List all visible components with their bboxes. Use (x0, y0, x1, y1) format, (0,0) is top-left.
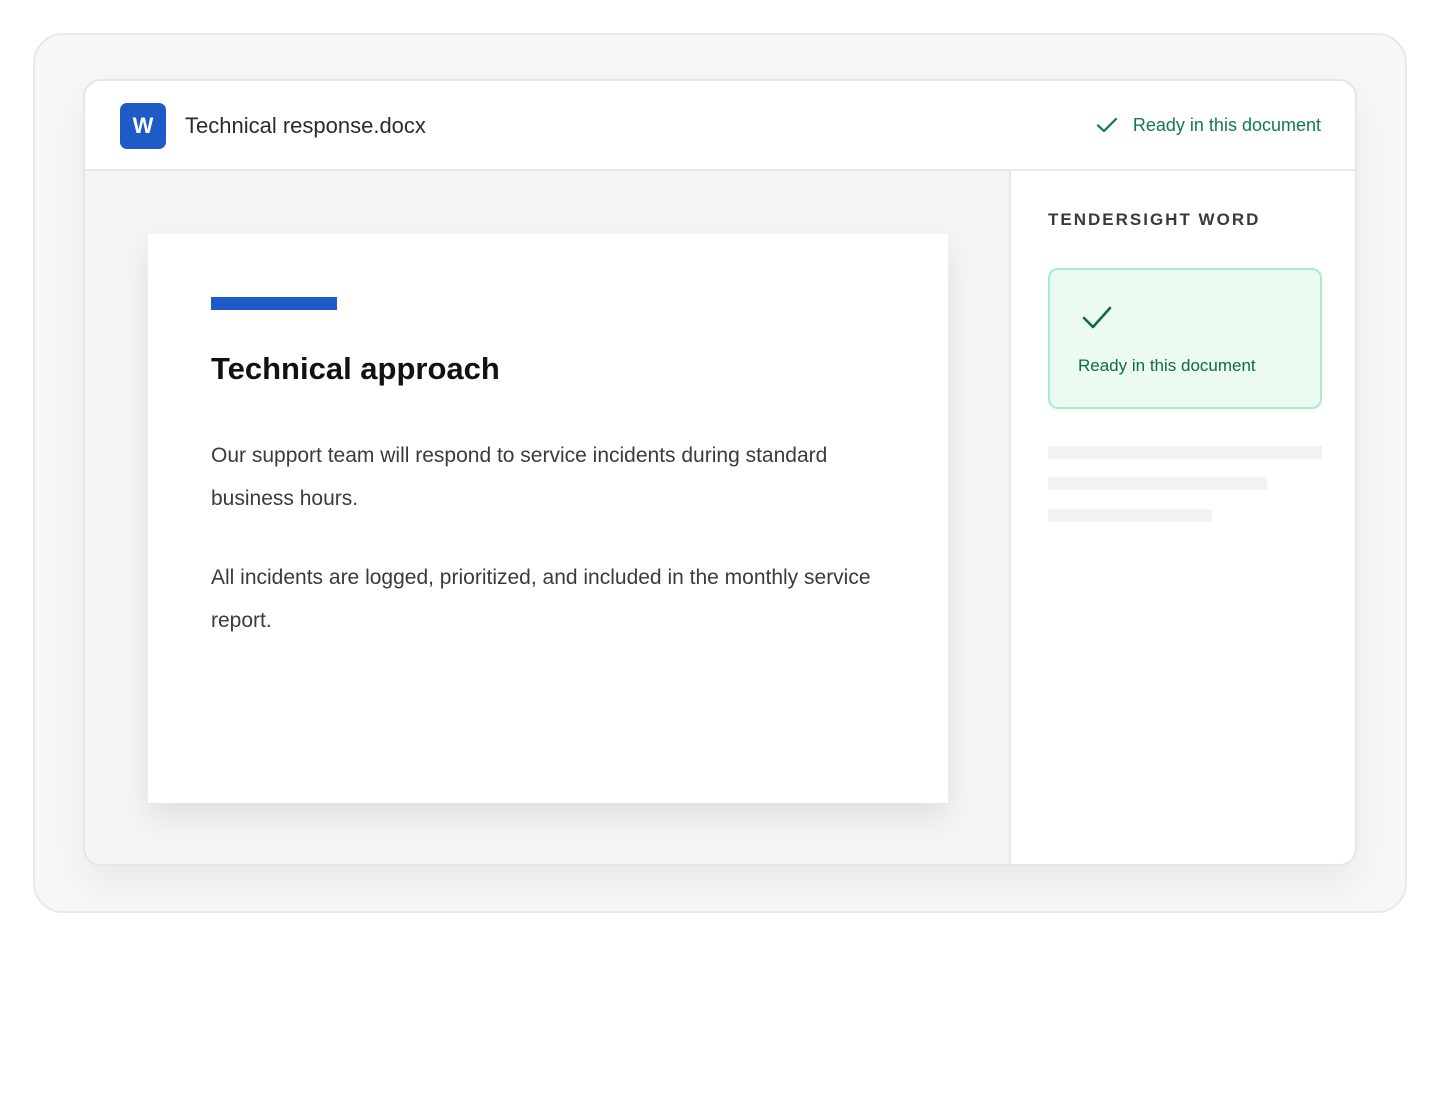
loading-placeholder-line (1048, 509, 1212, 522)
ready-status-card: Ready in this document (1048, 268, 1322, 409)
document-page[interactable]: Technical approach Our support team will… (148, 234, 948, 803)
loading-placeholder-line (1048, 477, 1267, 490)
panel-title: TENDERSIGHT WORD (1048, 210, 1261, 229)
word-logo-icon: W (120, 103, 166, 149)
titlebar: W Technical response.docx Ready in this … (85, 81, 1355, 171)
check-icon (1082, 306, 1112, 329)
app-window: W Technical response.docx Ready in this … (83, 79, 1357, 866)
document-paragraph[interactable]: Our support team will respond to service… (211, 434, 901, 520)
ready-status-label: Ready in this document (1078, 356, 1256, 375)
check-icon (1096, 117, 1117, 133)
document-file-name: Technical response.docx (185, 113, 426, 138)
document-heading[interactable]: Technical approach (211, 349, 500, 389)
accent-bar (211, 297, 337, 310)
status-label: Ready in this document (1132, 115, 1321, 135)
document-paragraph[interactable]: All incidents are logged, prioritized, a… (211, 556, 901, 642)
loading-placeholder-line (1048, 446, 1322, 459)
add-in-side-panel: TENDERSIGHT WORD Ready in this document (1013, 171, 1355, 864)
document-status: Ready in this document (1095, 111, 1321, 139)
document-canvas: Technical approach Our support team will… (85, 171, 1011, 864)
